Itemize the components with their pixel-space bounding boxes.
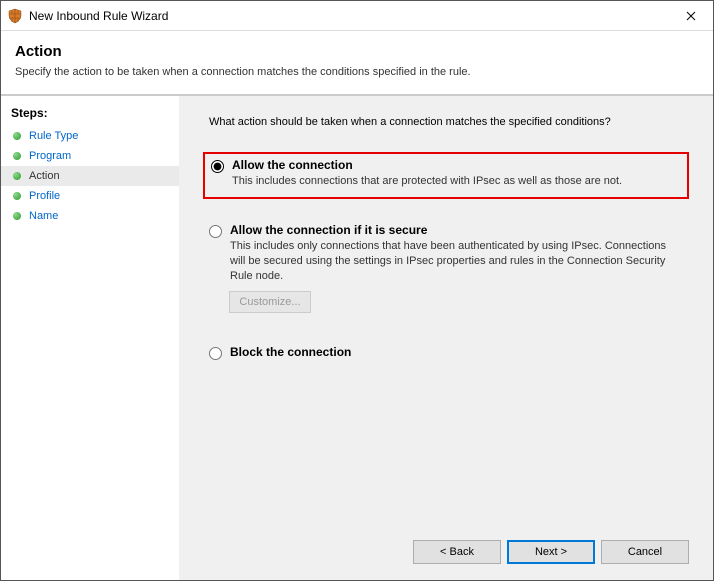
back-button[interactable]: < Back [413, 540, 501, 564]
step-rule-type[interactable]: Rule Type [1, 126, 179, 146]
option-body: Block the connection [230, 345, 683, 361]
bullet-icon [13, 192, 21, 200]
titlebar: New Inbound Rule Wizard [1, 1, 713, 31]
bullet-icon [13, 132, 21, 140]
customize-button: Customize... [229, 291, 311, 313]
option-title: Allow the connection [232, 158, 681, 172]
step-action[interactable]: Action [1, 166, 179, 186]
option-body: Allow the connection if it is secure Thi… [230, 223, 683, 284]
radio-allow-secure[interactable] [209, 225, 222, 238]
step-label: Action [29, 170, 60, 182]
option-allow-row[interactable]: Allow the connection This includes conne… [211, 158, 681, 189]
steps-sidebar: Steps: Rule Type Program Action Profile … [1, 96, 179, 580]
step-label: Name [29, 210, 58, 222]
close-icon [686, 11, 696, 21]
step-profile[interactable]: Profile [1, 186, 179, 206]
option-desc: This includes connections that are prote… [232, 174, 681, 189]
body-area: Steps: Rule Type Program Action Profile … [1, 96, 713, 580]
step-program[interactable]: Program [1, 146, 179, 166]
cancel-button[interactable]: Cancel [601, 540, 689, 564]
option-title: Block the connection [230, 345, 683, 359]
option-allow: Allow the connection This includes conne… [203, 152, 689, 199]
titlebar-left: New Inbound Rule Wizard [7, 8, 168, 24]
question-text: What action should be taken when a conne… [203, 116, 689, 128]
radio-block[interactable] [209, 347, 222, 360]
bullet-icon [13, 212, 21, 220]
step-label: Program [29, 150, 71, 162]
option-title: Allow the connection if it is secure [230, 223, 683, 237]
steps-label: Steps: [1, 106, 179, 126]
option-body: Allow the connection This includes conne… [232, 158, 681, 189]
option-block-row[interactable]: Block the connection [209, 345, 683, 361]
wizard-window: New Inbound Rule Wizard Action Specify t… [0, 0, 714, 581]
footer-buttons: < Back Next > Cancel [203, 528, 689, 564]
option-allow-secure: Allow the connection if it is secure Thi… [203, 219, 689, 322]
bullet-icon [13, 152, 21, 160]
step-label: Profile [29, 190, 60, 202]
close-button[interactable] [669, 1, 713, 31]
option-allow-secure-row[interactable]: Allow the connection if it is secure Thi… [209, 223, 683, 284]
step-label: Rule Type [29, 130, 78, 142]
next-button[interactable]: Next > [507, 540, 595, 564]
page-title: Action [15, 43, 699, 60]
content-panel: What action should be taken when a conne… [179, 96, 713, 580]
bullet-icon [13, 172, 21, 180]
firewall-icon [7, 8, 23, 24]
page-description: Specify the action to be taken when a co… [15, 66, 699, 78]
header-area: Action Specify the action to be taken wh… [1, 31, 713, 88]
window-title: New Inbound Rule Wizard [29, 9, 168, 23]
step-name[interactable]: Name [1, 206, 179, 226]
option-block: Block the connection [203, 341, 689, 369]
radio-allow[interactable] [211, 160, 224, 173]
option-desc: This includes only connections that have… [230, 239, 683, 284]
